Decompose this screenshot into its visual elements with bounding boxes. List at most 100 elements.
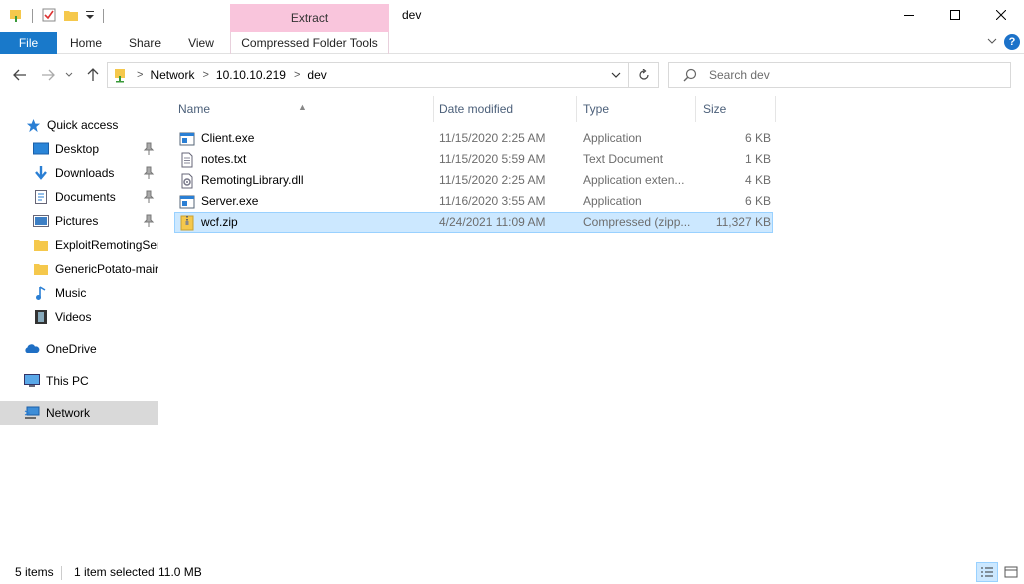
new-folder-icon[interactable] [63,7,79,26]
column-header-size[interactable]: Size [695,96,775,122]
close-button[interactable] [978,0,1024,30]
file-name-cell: RemotingLibrary.dll [179,171,434,190]
sidebar-item-pictures[interactable]: Pictures [0,209,158,233]
sidebar-item-label: Music [55,286,87,300]
window-title: dev [402,8,422,22]
chevron-down-icon [65,72,73,77]
sidebar-item-label: Videos [55,310,92,324]
expand-ribbon-icon[interactable] [986,35,998,50]
arrow-right-icon [42,69,55,81]
file-size: 4 KB [744,173,771,187]
recent-locations-button[interactable] [62,65,76,85]
sidebar-item-onedrive[interactable]: OneDrive [0,337,158,361]
pin-icon[interactable] [143,166,155,180]
file-row[interactable]: Server.exe 11/16/2020 3:55 AM Applicatio… [174,191,773,212]
file-row[interactable]: Client.exe 11/15/2020 2:25 AM Applicatio… [174,128,773,149]
cloud-icon [24,341,40,357]
large-icons-view-button[interactable] [1000,562,1022,582]
minimize-icon [904,15,914,16]
customize-qat-icon[interactable] [85,9,95,24]
tab-file[interactable]: File [0,32,57,54]
quick-access-toolbar [8,6,106,26]
sidebar-item-desktop[interactable]: Desktop [0,137,158,161]
breadcrumb-separator[interactable]: > [202,69,208,81]
address-bar[interactable]: > Network > 10.10.10.219 > dev [107,62,659,88]
sidebar-item-label: Pictures [55,214,99,228]
up-button[interactable] [83,65,103,85]
sidebar-item-label: Quick access [47,118,119,132]
file-type: Application [583,194,642,208]
minimize-button[interactable] [886,0,932,30]
sidebar-item-label: Desktop [55,142,100,156]
folder-check-icon[interactable] [8,7,24,26]
tab-home[interactable]: Home [62,32,110,54]
breadcrumb-separator[interactable]: > [294,69,300,81]
breadcrumb-separator: > [137,69,144,81]
tab-view[interactable]: View [180,32,222,54]
pin-icon[interactable] [143,142,155,156]
file-date: 4/24/2021 11:09 AM [439,215,546,229]
address-history-button[interactable] [606,63,626,87]
navigation-bar: > Network > 10.10.10.219 > dev Search de… [0,56,1024,94]
sidebar-item-genericpotato[interactable]: GenericPotato-mair [0,257,158,281]
file-name-cell: Server.exe [179,192,434,211]
tab-share[interactable]: Share [122,32,168,54]
sidebar-item-label: GenericPotato-mair [55,262,158,276]
sidebar-item-exploitremotingservice[interactable]: ExploitRemotingSer [0,233,158,257]
film-icon [33,309,49,325]
breadcrumb-network[interactable]: Network [150,68,194,82]
item-count: 5 items [15,565,54,579]
computer-icon [24,373,40,389]
search-box[interactable]: Search dev [668,62,1011,88]
file-date: 11/15/2020 5:59 AM [439,152,546,166]
extract-context-header: Extract [230,4,389,32]
pictures-icon [33,213,49,229]
help-icon[interactable]: ? [1004,34,1020,50]
sidebar-item-music[interactable]: Music [0,281,158,305]
sidebar-item-network[interactable]: Network [0,401,158,425]
details-view-icon [981,567,993,577]
sidebar-item-downloads[interactable]: Downloads [0,161,158,185]
breadcrumb-dev[interactable]: dev [307,68,326,82]
back-button[interactable] [10,65,30,85]
column-header-type[interactable]: Type [575,96,695,122]
music-note-icon [33,285,49,301]
file-row[interactable]: notes.txt 11/15/2020 5:59 AM Text Docume… [174,149,773,170]
network-folder-icon [115,69,125,83]
documents-icon [33,189,49,205]
pin-icon[interactable] [143,190,155,204]
search-input[interactable]: Search dev [709,68,770,82]
pin-icon[interactable] [143,214,155,228]
qat-separator [32,9,33,23]
qat-separator [103,9,104,23]
close-icon [996,10,1006,20]
sort-ascending-icon: ▲ [298,102,307,112]
sidebar-item-this-pc[interactable]: This PC [0,369,158,393]
refresh-button[interactable] [628,63,658,87]
sidebar-item-documents[interactable]: Documents [0,185,158,209]
properties-icon[interactable] [41,7,57,26]
column-separator[interactable] [775,96,776,122]
ribbon-right-controls: ? [986,34,1020,50]
forward-button[interactable] [38,65,58,85]
details-view-button[interactable] [976,562,998,582]
chevron-down-icon [611,72,621,78]
breadcrumb-host[interactable]: 10.10.10.219 [216,68,286,82]
folder-icon [33,237,49,253]
sidebar-item-label: ExploitRemotingSer [55,238,158,252]
arrow-up-icon [87,68,99,81]
desktop-icon [33,141,49,157]
sidebar-item-quick-access[interactable]: Quick access [0,113,158,137]
file-row-selected[interactable]: wcf.zip 4/24/2021 11:09 AM Compressed (z… [174,212,773,233]
tab-compressed-folder-tools[interactable]: Compressed Folder Tools [230,32,389,54]
maximize-button[interactable] [932,0,978,30]
column-header-name[interactable]: Name ▲ [170,96,433,122]
folder-icon [33,261,49,277]
star-icon [25,117,41,133]
column-header-date[interactable]: Date modified [431,96,575,122]
sidebar-item-videos[interactable]: Videos [0,305,158,329]
sidebar-item-label: Downloads [55,166,115,180]
sidebar-item-label: OneDrive [46,342,97,356]
file-name: RemotingLibrary.dll [201,173,304,187]
file-row[interactable]: RemotingLibrary.dll 11/15/2020 2:25 AM A… [174,170,773,191]
